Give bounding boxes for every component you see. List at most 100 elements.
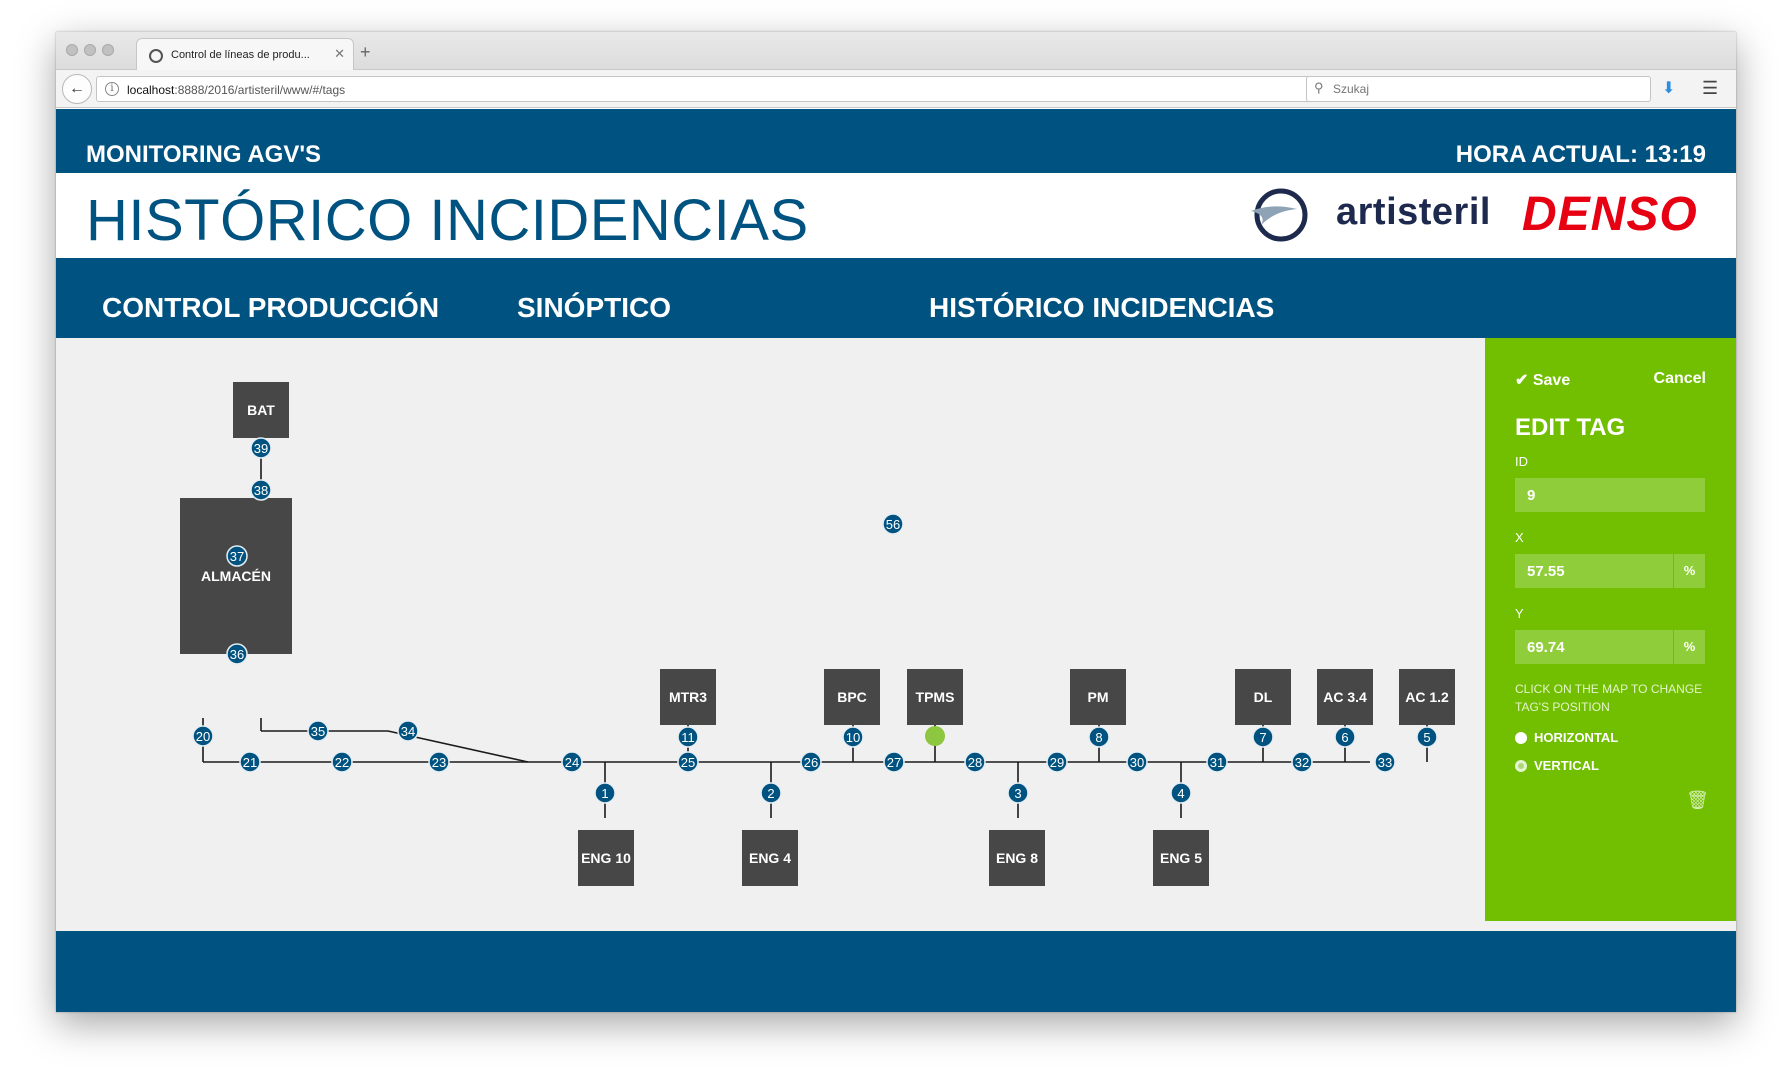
tab-title: Control de líneas de produ... bbox=[171, 49, 310, 61]
tag-label-38: 38 bbox=[254, 483, 268, 498]
save-button[interactable]: ✔ Save bbox=[1515, 370, 1570, 390]
url-path: :8888/2016/artisteril/www/#/tags bbox=[174, 83, 346, 97]
tag-label-30: 30 bbox=[1130, 755, 1144, 770]
menu-historico-incidencias[interactable]: HISTÓRICO INCIDENCIAS bbox=[929, 292, 1274, 324]
edit-tag-panel: ✔ Save Cancel EDIT TAG ID X % Y % CLICK … bbox=[1485, 338, 1736, 921]
y-label: Y bbox=[1515, 606, 1524, 621]
clock: HORA ACTUAL: 13:19 bbox=[1455, 141, 1706, 168]
edit-tag-heading: EDIT TAG bbox=[1515, 414, 1626, 441]
tag-label-2: 2 bbox=[767, 786, 774, 801]
close-icon[interactable]: ✕ bbox=[334, 46, 345, 62]
footer-band bbox=[56, 931, 1736, 1012]
selected-tag[interactable] bbox=[925, 726, 945, 746]
station-label-pm: PM bbox=[1088, 689, 1109, 705]
id-label: ID bbox=[1515, 454, 1528, 469]
tag-label-32: 32 bbox=[1295, 755, 1309, 770]
tag-label-1: 1 bbox=[601, 786, 608, 801]
station-label-eng10: ENG 10 bbox=[581, 850, 631, 866]
station-label-mtr3: MTR3 bbox=[669, 689, 707, 705]
tag-label-23: 23 bbox=[432, 755, 446, 770]
tag-label-56: 56 bbox=[886, 517, 900, 532]
tag-label-24: 24 bbox=[565, 755, 579, 770]
tag-label-33: 33 bbox=[1378, 755, 1392, 770]
cancel-button[interactable]: Cancel bbox=[1654, 370, 1706, 388]
url-host: localhost bbox=[127, 83, 175, 97]
url-text[interactable]: localhost:8888/2016/artisteril/www/#/tag… bbox=[127, 83, 345, 97]
tag-label-7: 7 bbox=[1259, 730, 1266, 745]
synoptic-map[interactable]: BAT ALMACÉN MTR3 BPC TPMS PM DL AC 3.4 AC 1.2 ENG… bbox=[56, 338, 1736, 931]
x-field-box: % bbox=[1515, 554, 1705, 588]
tag-label-4: 4 bbox=[1177, 786, 1184, 801]
tag-label-36: 36 bbox=[230, 647, 244, 662]
station-label-eng8: ENG 8 bbox=[996, 850, 1038, 866]
x-field[interactable] bbox=[1515, 554, 1673, 588]
tag-label-10: 10 bbox=[846, 730, 860, 745]
radio-horizontal[interactable] bbox=[1515, 732, 1527, 744]
orientation-vertical[interactable]: VERTICAL bbox=[1515, 758, 1599, 773]
trash-icon[interactable]: 🗑 bbox=[1686, 790, 1709, 811]
search-icon: ⚲ bbox=[1314, 80, 1324, 95]
save-label: Save bbox=[1532, 372, 1571, 389]
station-label-bat: BAT bbox=[247, 402, 275, 418]
orientation-horizontal[interactable]: HORIZONTAL bbox=[1515, 730, 1618, 745]
artisteril-logo: artisteril bbox=[1336, 191, 1491, 233]
station-label-eng4: ENG 4 bbox=[749, 850, 791, 866]
tag-label-28: 28 bbox=[968, 755, 982, 770]
info-icon[interactable]: i bbox=[105, 82, 119, 96]
menu-control-produccion[interactable]: CONTROL PRODUCCIÓN bbox=[102, 292, 439, 324]
station-label-tpms: TPMS bbox=[916, 689, 955, 705]
position-hint: CLICK ON THE MAP TO CHANGE TAG'S POSITIO… bbox=[1515, 682, 1703, 714]
tag-label-31: 31 bbox=[1210, 755, 1224, 770]
station-label-ac34: AC 3.4 bbox=[1323, 689, 1367, 705]
station-label-almacen: ALMACÉN bbox=[201, 568, 271, 584]
tag-label-11: 11 bbox=[681, 730, 695, 745]
denso-logo: DENSO bbox=[1522, 188, 1698, 241]
browser-window: Control de líneas de produ... ✕ + ← i lo… bbox=[56, 32, 1736, 1012]
search-bar[interactable]: ⚲ bbox=[1306, 76, 1651, 102]
y-field-box: % bbox=[1515, 630, 1705, 664]
download-icon[interactable]: ⬇ bbox=[1662, 78, 1675, 98]
main-menu: CONTROL PRODUCCIÓN SINÓPTICO HISTÓRICO I… bbox=[56, 258, 1736, 338]
tab-bar: Control de líneas de produ... ✕ + bbox=[56, 32, 1736, 71]
map-canvas[interactable]: BAT ALMACÉN MTR3 BPC TPMS PM DL AC 3.4 AC 1.2 ENG… bbox=[56, 338, 1736, 931]
navigation-bar: ← i localhost:8888/2016/artisteril/www/#… bbox=[56, 70, 1736, 108]
tag-label-35: 35 bbox=[311, 724, 325, 739]
tag-label-22: 22 bbox=[335, 755, 349, 770]
minimize-window-button[interactable] bbox=[84, 44, 96, 56]
back-button[interactable]: ← bbox=[62, 74, 92, 104]
tag-label-20: 20 bbox=[196, 729, 210, 744]
tag-label-26: 26 bbox=[804, 755, 818, 770]
station-label-bpc: BPC bbox=[837, 689, 867, 705]
tag-label-8: 8 bbox=[1095, 730, 1102, 745]
browser-tab[interactable]: Control de líneas de produ... ✕ bbox=[136, 38, 354, 71]
artisteril-logo-icon bbox=[1251, 188, 1308, 242]
title-band: HISTÓRICO INCIDENCIAS artisteril DENSO bbox=[56, 173, 1736, 258]
search-input[interactable] bbox=[1333, 82, 1633, 96]
station-label-eng5: ENG 5 bbox=[1160, 850, 1202, 866]
station-label-dl: DL bbox=[1254, 689, 1273, 705]
page-title: HISTÓRICO INCIDENCIAS bbox=[86, 188, 809, 253]
maximize-window-button[interactable] bbox=[102, 44, 114, 56]
tag-label-5: 5 bbox=[1423, 730, 1430, 745]
tag-label-37: 37 bbox=[230, 549, 244, 564]
vertical-label: VERTICAL bbox=[1534, 758, 1599, 773]
x-unit: % bbox=[1673, 554, 1705, 588]
tag-label-34: 34 bbox=[401, 724, 415, 739]
id-field-box bbox=[1515, 478, 1705, 512]
hamburger-menu-icon[interactable]: ☰ bbox=[1702, 78, 1718, 99]
tag-label-39: 39 bbox=[254, 441, 268, 456]
id-field[interactable] bbox=[1515, 478, 1673, 512]
app: MONITORING AGV'S HORA ACTUAL: 13:19 HIST… bbox=[56, 109, 1736, 1012]
new-tab-button[interactable]: + bbox=[360, 42, 371, 63]
radio-vertical[interactable] bbox=[1515, 760, 1527, 772]
tag-label-6: 6 bbox=[1341, 730, 1348, 745]
y-field[interactable] bbox=[1515, 630, 1673, 664]
close-window-button[interactable] bbox=[66, 44, 78, 56]
check-icon: ✔ bbox=[1515, 372, 1529, 389]
brand-title: MONITORING AGV'S bbox=[86, 141, 322, 168]
address-bar[interactable]: i localhost:8888/2016/artisteril/www/#/t… bbox=[96, 76, 1346, 102]
tag-label-25: 25 bbox=[681, 755, 695, 770]
tag-label-3: 3 bbox=[1014, 786, 1021, 801]
station-label-ac12: AC 1.2 bbox=[1405, 689, 1449, 705]
menu-sinoptico[interactable]: SINÓPTICO bbox=[517, 292, 671, 324]
